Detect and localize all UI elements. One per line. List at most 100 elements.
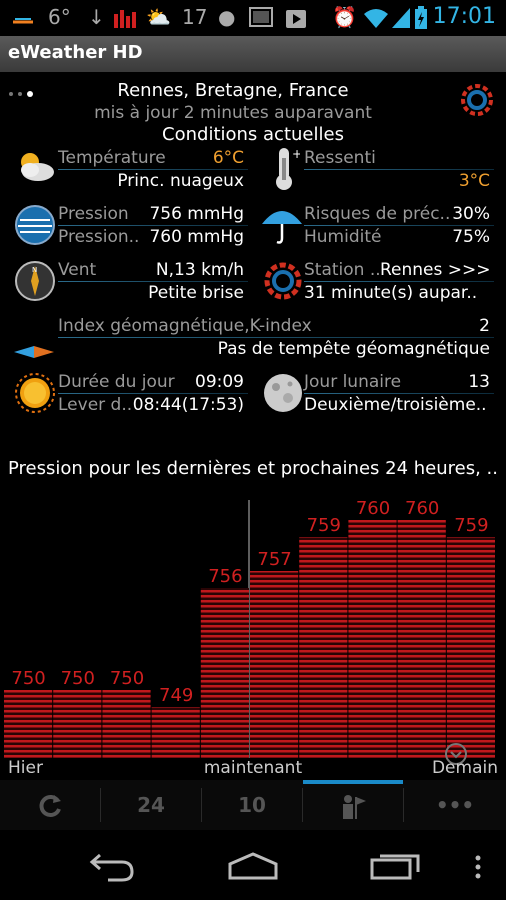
bar-value-label: 759 xyxy=(307,515,341,536)
x-label-right: Demain xyxy=(431,758,498,778)
refresh-ring-icon[interactable] xyxy=(458,81,496,123)
download-icon: ↓ xyxy=(88,5,105,29)
monitor-icon xyxy=(248,6,274,32)
barometer-icon xyxy=(14,204,56,250)
tab-10-days[interactable]: 10 xyxy=(202,780,302,830)
temperature-label: Température xyxy=(58,148,166,168)
alarm-icon: ⏰ xyxy=(332,5,357,29)
compass-icon: N xyxy=(14,260,56,306)
pressure-bar xyxy=(200,588,249,758)
more-button[interactable]: ••• xyxy=(404,780,506,830)
moon-value: 13 xyxy=(468,372,490,392)
pressure-label: Pression xyxy=(58,204,129,224)
bar-value-label: 760 xyxy=(356,498,390,519)
pressure-bar xyxy=(53,690,102,758)
divider xyxy=(304,281,494,282)
weather-status-icon: ⛅ xyxy=(146,5,171,29)
precip-label: Risques de préc.. xyxy=(304,204,451,224)
tab-current[interactable] xyxy=(303,780,403,830)
sunrise-label: Lever d.. xyxy=(58,395,133,415)
feels-like-label: Ressenti xyxy=(304,148,376,168)
app-title-bar: eWeather HD xyxy=(0,36,506,72)
geomagnetic-description: Pas de tempête géomagnétique xyxy=(217,339,490,359)
bar-value-label: 750 xyxy=(110,668,144,689)
chart-title: Pression pour les dernières et prochaine… xyxy=(8,458,498,479)
pressure-bar xyxy=(397,520,446,758)
divider xyxy=(304,169,494,170)
sunrise-value: 08:44(17:53) xyxy=(132,395,244,415)
day-length-label: Durée du jour xyxy=(58,372,175,392)
pressure-bar xyxy=(250,571,299,758)
pressure-bar xyxy=(299,537,348,758)
sky-condition: Princ. nuageux xyxy=(117,171,244,191)
station-icon xyxy=(262,260,304,306)
tab-24-hours[interactable]: 24 xyxy=(101,780,201,830)
clock: 17:01 xyxy=(432,4,496,29)
svg-text:N: N xyxy=(32,266,37,274)
app-title: eWeather HD xyxy=(8,42,143,63)
humidity-label: Humidité xyxy=(304,227,382,247)
temperature-value: 6°C xyxy=(212,148,244,168)
umbrella-icon xyxy=(260,204,304,250)
geomagnetic-label: Index géomagnétique,K-index xyxy=(58,316,312,336)
moon-icon xyxy=(262,372,304,418)
bar-value-label: 759 xyxy=(454,515,488,536)
pressure-bar xyxy=(151,707,200,758)
wind-value: N,13 km/h xyxy=(155,260,244,280)
svg-text:+: + xyxy=(292,147,300,161)
station-link[interactable]: Rennes >>> xyxy=(380,260,491,280)
play-store-icon xyxy=(284,6,308,32)
bar-value-label: 750 xyxy=(61,668,95,689)
signal-icon xyxy=(390,6,412,32)
magnet-icon xyxy=(12,344,56,364)
thermometer-icon: + xyxy=(270,146,302,196)
moon-description: Deuxième/troisième.. xyxy=(304,395,487,415)
divider xyxy=(58,281,248,282)
bar-value-label: 750 xyxy=(11,668,45,689)
pressure-bar xyxy=(4,690,53,758)
temp-status-2: 17 xyxy=(182,5,208,29)
partly-cloudy-icon xyxy=(14,148,56,188)
divider xyxy=(58,225,248,226)
geomagnetic-value: 2 xyxy=(479,316,490,336)
section-title: Conditions actuelles xyxy=(162,124,344,145)
divider xyxy=(58,337,494,338)
pressure-bar xyxy=(446,537,495,758)
bar-value-label: 756 xyxy=(208,566,242,587)
day-length-value: 09:09 xyxy=(195,372,244,392)
pressure-chart[interactable]: 750 750 750 749 756 757 759 760 760 759 xyxy=(0,490,506,760)
overflow-menu-icon[interactable] xyxy=(474,854,482,884)
updated-text: mis à jour 2 minutes auparavant xyxy=(94,103,372,123)
back-icon[interactable] xyxy=(84,850,140,888)
wifi-icon xyxy=(362,6,390,32)
refresh-button[interactable] xyxy=(0,780,100,830)
refresh-icon xyxy=(39,795,61,817)
pressure-bar xyxy=(102,690,151,758)
moon-label: Jour lunaire xyxy=(304,372,402,392)
chart-status-icon xyxy=(112,6,138,32)
temperature-status: 6° xyxy=(48,5,71,29)
circle-status-icon: ● xyxy=(218,5,236,29)
pressure2-value: 760 mmHg xyxy=(149,227,244,247)
pressure2-label: Pression.. xyxy=(58,227,140,247)
status-bar: 6° ↓ ⛅ 17 ● ⏰ 17:01 xyxy=(0,0,506,36)
divider xyxy=(58,393,248,394)
bar-value-label: 749 xyxy=(159,685,193,706)
divider xyxy=(304,393,494,394)
feels-like-value: 3°C xyxy=(458,171,490,191)
person-flag-icon xyxy=(343,795,366,819)
pressure-bar xyxy=(348,520,397,758)
sun-icon xyxy=(14,372,56,418)
x-label-center: maintenant xyxy=(203,758,303,778)
divider xyxy=(304,225,494,226)
location-name[interactable]: Rennes, Bretagne, France xyxy=(0,80,466,101)
divider xyxy=(58,169,248,170)
station-label: Station .. xyxy=(304,260,381,280)
bar-value-label: 757 xyxy=(257,549,291,570)
system-nav-bar xyxy=(0,830,506,900)
home-icon[interactable] xyxy=(226,850,280,886)
battery-icon xyxy=(414,6,428,34)
bar-value-label: 760 xyxy=(405,498,439,519)
recent-apps-icon[interactable] xyxy=(368,850,422,886)
pressure-value: 756 mmHg xyxy=(149,204,244,224)
